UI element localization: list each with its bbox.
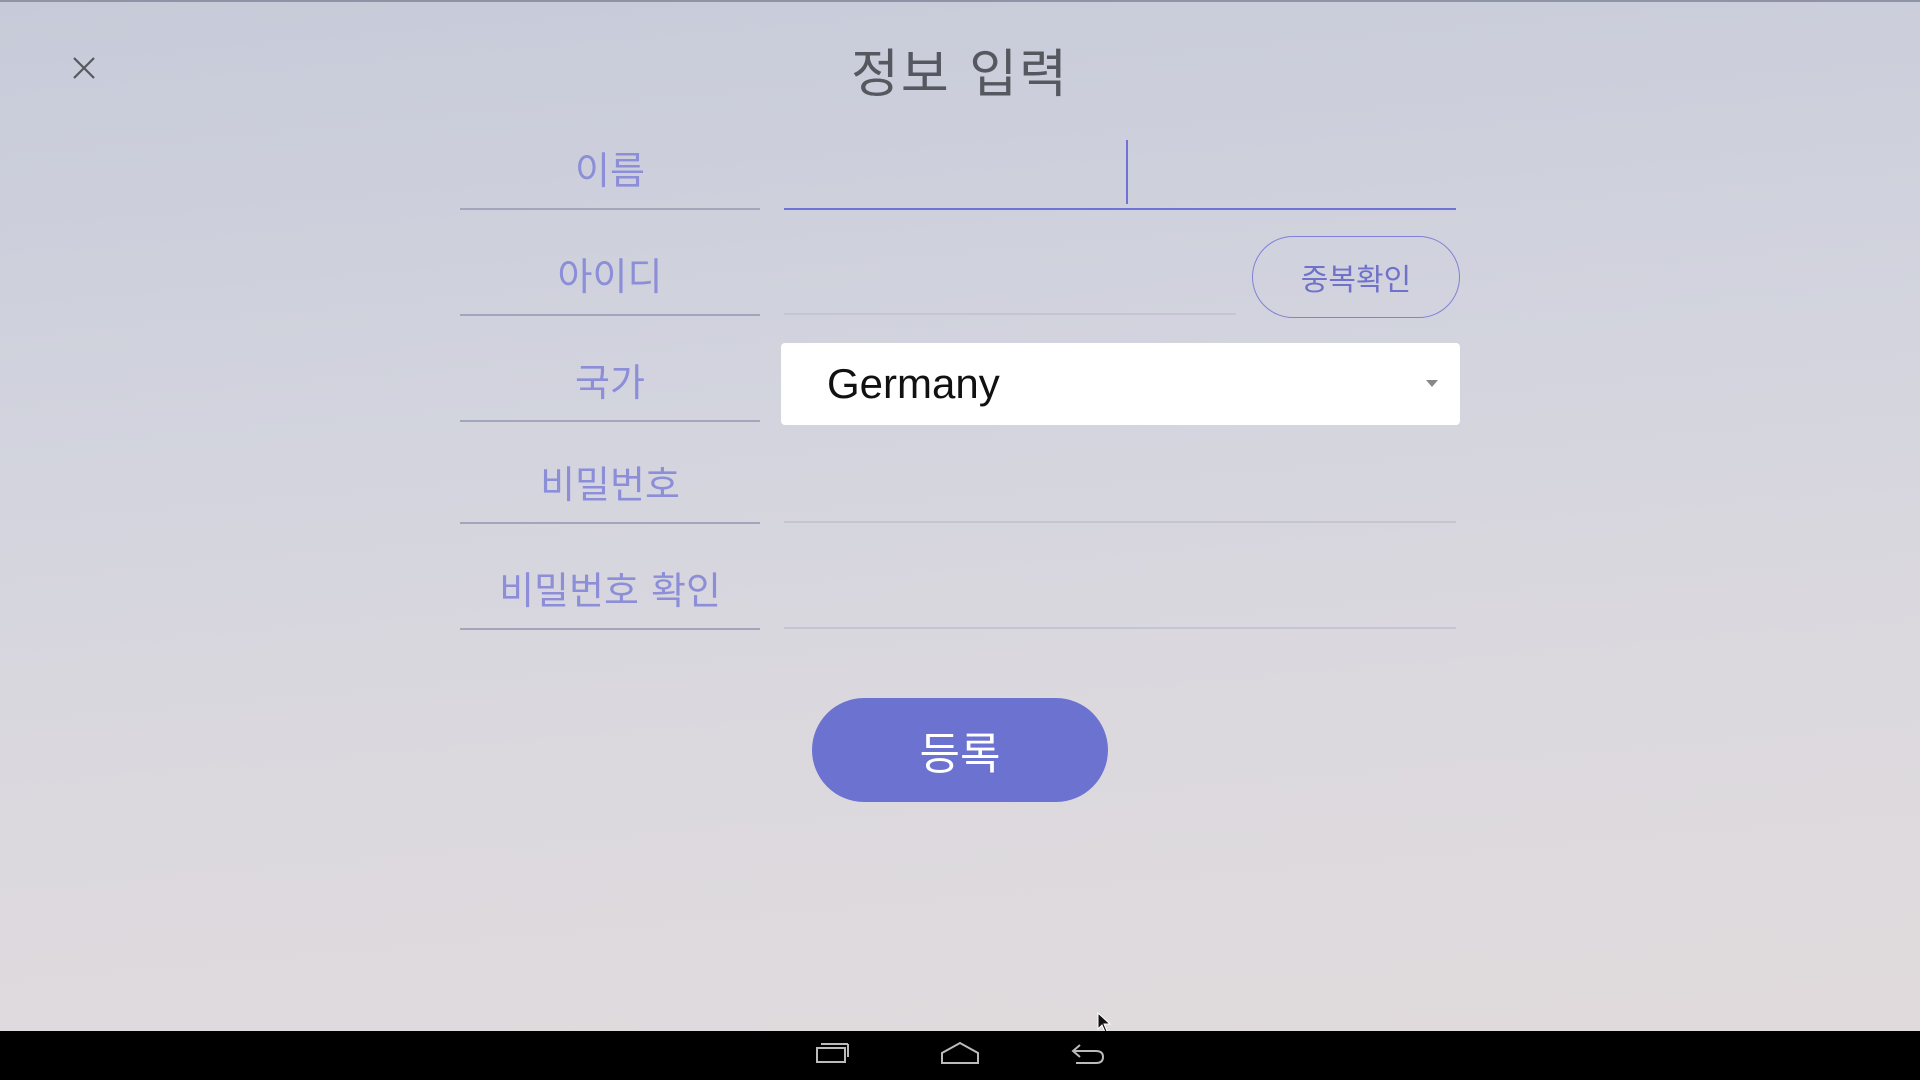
system-navigation-bar	[0, 1031, 1920, 1080]
page-title: 정보 입력	[851, 45, 1069, 105]
duplicate-check-button[interactable]: 중복확인	[1252, 236, 1460, 318]
register-button[interactable]: 등록	[812, 698, 1108, 802]
password-label: 비밀번호	[460, 456, 760, 524]
name-input[interactable]	[784, 140, 1456, 210]
registration-screen: 정보 입력 이름 아이디 중복확인 국가 Germany 비밀번호 비밀번호 확…	[0, 0, 1920, 1033]
dropdown-caret-icon	[1426, 380, 1438, 387]
password-confirm-label: 비밀번호 확인	[460, 562, 760, 630]
id-input[interactable]	[784, 248, 1236, 315]
country-label: 국가	[460, 354, 760, 422]
name-label: 이름	[460, 142, 760, 210]
country-selected-value: Germany	[827, 360, 1000, 407]
password-input[interactable]	[784, 456, 1456, 523]
back-icon[interactable]	[1070, 1039, 1106, 1069]
country-select[interactable]: Germany	[781, 343, 1460, 425]
password-confirm-input[interactable]	[784, 562, 1456, 629]
id-label: 아이디	[460, 248, 760, 316]
recent-apps-icon[interactable]	[815, 1039, 851, 1069]
text-cursor	[1126, 140, 1128, 204]
home-icon[interactable]	[940, 1039, 980, 1069]
